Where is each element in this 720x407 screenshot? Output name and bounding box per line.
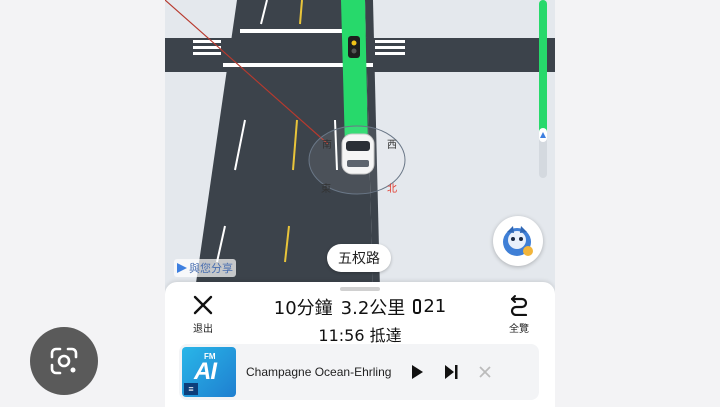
close-icon [193,295,213,315]
traffic-light-count: 21 [423,296,447,317]
dismiss-player-button[interactable] [468,355,502,389]
track-title: Champagne Ocean-Ehrling [246,365,392,379]
share-badge[interactable]: 與您分享 [174,259,236,277]
right-background [555,0,720,407]
google-lens-button[interactable] [30,327,98,395]
panel-grabber[interactable] [340,287,380,291]
route-progress-bar [539,0,547,178]
current-position-marker [539,128,547,142]
skip-next-icon [445,365,458,379]
route-progress-fill [539,0,547,134]
route-overview-icon [510,295,528,316]
share-icon [177,263,187,273]
album-cover: FM AI ≡ [182,347,236,397]
compass-north: 北 [387,184,397,195]
trip-duration: 10分鐘 [273,298,333,319]
exit-label: 退出 [193,324,213,335]
assistant-avatar-icon [503,226,533,256]
compass-west: 西 [387,140,397,151]
share-label: 與您分享 [189,262,233,275]
compass-east: 東 [321,184,331,195]
next-track-button[interactable] [434,355,468,389]
cover-ai-text: AI [194,358,217,385]
play-icon [412,365,423,379]
trip-distance: 3.2公里 [340,298,406,319]
trip-summary: 10分鐘 3.2公里 21 11:56 抵達 [255,294,465,346]
compass-south: 南 [322,140,332,151]
traffic-light-icon [413,299,422,314]
exit-navigation-button[interactable]: 退出 [181,294,225,338]
trip-panel: 退出 10分鐘 3.2公里 21 11:56 抵達 全覽 FM AI ≡ Cha… [165,282,555,407]
route-overview-button[interactable]: 全覽 [497,294,541,338]
play-button[interactable] [400,355,434,389]
voice-assistant-button[interactable] [493,216,543,266]
close-icon [479,366,491,378]
playlist-icon: ≡ [184,383,198,395]
google-lens-icon [50,347,78,375]
media-player-card[interactable]: FM AI ≡ Champagne Ocean-Ehrling [179,344,539,400]
overview-label: 全覽 [509,324,529,335]
arrival-time: 11:56 抵達 [318,326,402,345]
navigation-screen: 南 西 東 北 五权路 與您分享 退出 10分鐘 3.2公里 21 11:56 … [165,0,555,407]
current-road-name: 五权路 [327,244,391,272]
